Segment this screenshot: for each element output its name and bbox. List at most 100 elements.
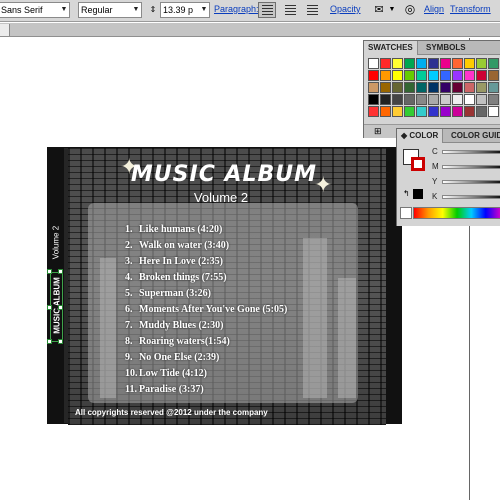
tab-color[interactable]: ◆ COLOR (397, 129, 444, 143)
color-swatch[interactable] (440, 106, 451, 117)
color-swatch[interactable] (476, 58, 487, 69)
color-spectrum[interactable] (413, 207, 500, 219)
font-size-field[interactable]: 13.39 p ▼ (160, 2, 210, 18)
tab-color-guide[interactable]: COLOR GUID (447, 129, 500, 143)
color-swatch[interactable] (488, 94, 499, 105)
color-swatch[interactable] (368, 106, 379, 117)
color-swatch[interactable] (464, 94, 475, 105)
color-swatch[interactable] (392, 58, 403, 69)
album-cover[interactable]: Volume 2 MUSIC ALBUM ✦ ✦ MUSIC ALBUM Vol… (47, 147, 402, 425)
color-swatch[interactable] (416, 82, 427, 93)
color-swatch[interactable] (428, 58, 439, 69)
color-swatch[interactable] (416, 58, 427, 69)
selection-handle[interactable] (47, 339, 52, 344)
color-swatch[interactable] (440, 82, 451, 93)
color-swatch[interactable] (392, 70, 403, 81)
color-swatch[interactable] (464, 70, 475, 81)
color-swatch[interactable] (368, 94, 379, 105)
cyan-channel[interactable]: C (432, 147, 500, 157)
color-swatch[interactable] (488, 70, 499, 81)
stepper-icon[interactable]: ⇕ (148, 2, 158, 18)
color-swatch[interactable] (368, 82, 379, 93)
color-swatch[interactable] (404, 58, 415, 69)
color-swatch[interactable] (440, 94, 451, 105)
align-left-icon[interactable] (258, 2, 276, 18)
paragraph-link[interactable]: Paragraph: (214, 2, 259, 18)
color-swatch[interactable] (452, 82, 463, 93)
color-swatch[interactable] (404, 106, 415, 117)
color-swatch[interactable] (464, 82, 475, 93)
align-link[interactable]: Align (424, 2, 444, 18)
color-swatch[interactable] (392, 106, 403, 117)
align-right-icon[interactable] (304, 2, 320, 18)
stroke-color-box[interactable] (411, 157, 425, 171)
color-swatch[interactable] (428, 94, 439, 105)
color-swatch[interactable] (380, 94, 391, 105)
document-tab[interactable] (0, 24, 10, 36)
font-family-select[interactable]: Sans Serif ▼ (0, 2, 70, 18)
font-style-select[interactable]: Regular ▼ (78, 2, 142, 18)
color-swatch[interactable] (440, 70, 451, 81)
color-swatch[interactable] (452, 70, 463, 81)
track-number: 7. (125, 320, 133, 331)
transform-link[interactable]: Transform (450, 2, 491, 18)
color-swatch[interactable] (416, 70, 427, 81)
track-item: 5. Superman (3:26) (125, 288, 287, 304)
color-swatch[interactable] (380, 106, 391, 117)
color-swatch[interactable] (476, 106, 487, 117)
color-swatch[interactable] (368, 58, 379, 69)
selection-handle[interactable] (58, 269, 63, 274)
color-swatch[interactable] (476, 94, 487, 105)
color-swatch[interactable] (428, 70, 439, 81)
selection-handle[interactable] (58, 339, 63, 344)
equalizer-peak (100, 258, 116, 398)
swatches-panel-tabs: SWATCHES SYMBOLS (364, 41, 500, 55)
color-swatch[interactable] (488, 106, 499, 117)
envelope-icon[interactable]: ✉ (370, 2, 388, 18)
none-color-icon[interactable] (400, 207, 412, 219)
color-swatch[interactable] (452, 94, 463, 105)
color-swatch[interactable] (452, 106, 463, 117)
black-swatch[interactable] (413, 189, 423, 199)
selection-handle[interactable] (47, 269, 52, 274)
channel-label: Y (432, 177, 438, 186)
color-swatch[interactable] (380, 58, 391, 69)
color-swatch[interactable] (452, 58, 463, 69)
swap-icon[interactable]: ↰ (403, 189, 410, 198)
color-swatch[interactable] (476, 82, 487, 93)
color-swatch[interactable] (404, 82, 415, 93)
color-swatch[interactable] (380, 82, 391, 93)
color-swatch[interactable] (392, 82, 403, 93)
color-swatch[interactable] (464, 58, 475, 69)
color-swatch[interactable] (416, 94, 427, 105)
color-swatch[interactable] (464, 106, 475, 117)
chevron-down-icon[interactable]: ▼ (59, 3, 69, 17)
color-swatch[interactable] (440, 58, 451, 69)
tab-symbols[interactable]: SYMBOLS (422, 41, 470, 55)
tab-swatches[interactable]: SWATCHES (364, 41, 418, 55)
globe-icon[interactable]: ◎ (402, 2, 418, 18)
color-swatch[interactable] (428, 106, 439, 117)
color-swatch[interactable] (416, 106, 427, 117)
color-swatch[interactable] (404, 94, 415, 105)
color-swatch[interactable] (488, 58, 499, 69)
chevron-down-icon[interactable]: ▼ (388, 2, 396, 18)
color-swatch[interactable] (392, 94, 403, 105)
selection-handle[interactable] (58, 305, 63, 310)
document-tab-bar (0, 23, 500, 37)
black-channel[interactable]: K (432, 192, 500, 202)
color-swatch[interactable] (404, 70, 415, 81)
chevron-down-icon[interactable]: ▼ (199, 3, 209, 17)
align-center-icon[interactable] (282, 2, 298, 18)
color-swatch[interactable] (488, 82, 499, 93)
swatch-library-icon[interactable]: ⊞ (374, 126, 382, 137)
color-swatch[interactable] (380, 70, 391, 81)
color-swatch[interactable] (428, 82, 439, 93)
magenta-channel[interactable]: M (432, 162, 500, 172)
color-swatch[interactable] (476, 70, 487, 81)
yellow-channel[interactable]: Y (432, 177, 500, 187)
chevron-down-icon[interactable]: ▼ (131, 3, 141, 17)
selection-handle[interactable] (47, 305, 52, 310)
opacity-link[interactable]: Opacity (330, 2, 361, 18)
color-swatch[interactable] (368, 70, 379, 81)
